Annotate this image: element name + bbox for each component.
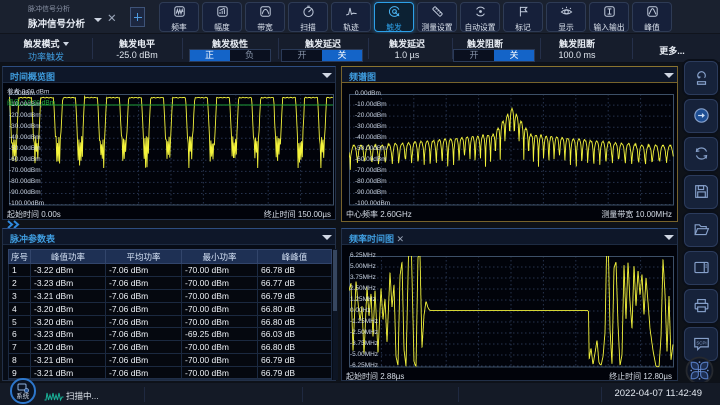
svg-text:SCPI: SCPI	[696, 341, 706, 346]
